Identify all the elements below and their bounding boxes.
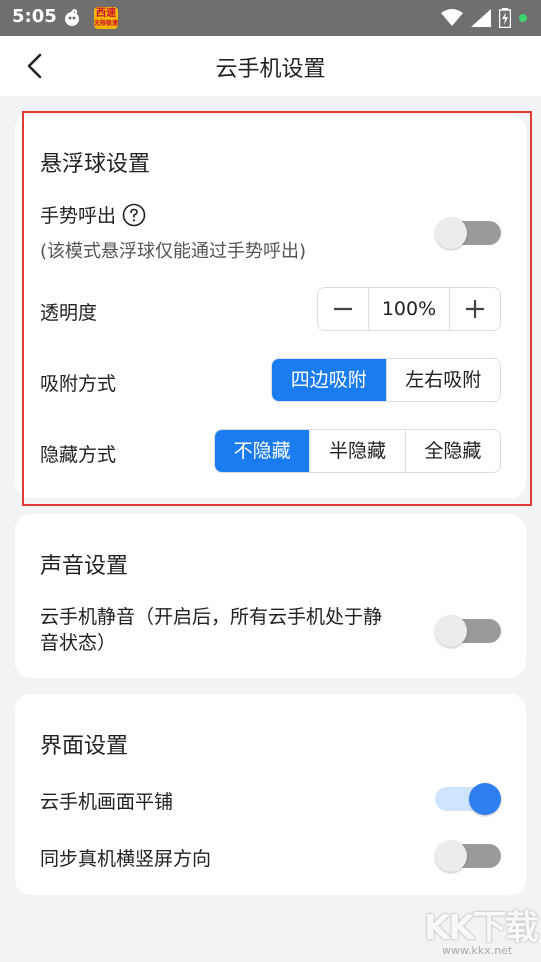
sound-settings-title: 声音设置 bbox=[40, 554, 129, 579]
status-dot-icon bbox=[519, 14, 527, 22]
gesture-toggle[interactable] bbox=[435, 212, 501, 249]
sync-orientation-label: 同步真机横竖屏方向 bbox=[40, 848, 212, 870]
tile-label: 云手机画面平铺 bbox=[40, 791, 174, 813]
attach-option-four-sides[interactable]: 四边吸附 bbox=[272, 359, 386, 401]
plus-icon bbox=[466, 300, 484, 318]
app-badge-icon: 西速 无限极速 bbox=[94, 7, 119, 29]
attach-segmented-control: 四边吸附 左右吸附 bbox=[271, 358, 501, 402]
status-time: 5:05 bbox=[12, 6, 57, 27]
tile-toggle[interactable] bbox=[435, 778, 501, 815]
system-icons bbox=[441, 8, 527, 28]
opacity-decrease-button[interactable] bbox=[318, 288, 368, 330]
ui-settings-card: 界面设置 云手机画面平铺 同步真机横竖屏方向 bbox=[15, 694, 526, 895]
hide-option-none[interactable]: 不隐藏 bbox=[215, 430, 310, 472]
hide-option-full[interactable]: 全隐藏 bbox=[404, 430, 500, 472]
page-title: 云手机设置 bbox=[215, 57, 326, 82]
opacity-increase-button[interactable] bbox=[450, 288, 500, 330]
hide-segmented-control: 不隐藏 半隐藏 全隐藏 bbox=[214, 429, 501, 473]
float-settings-title: 悬浮球设置 bbox=[40, 152, 151, 177]
help-icon[interactable] bbox=[122, 203, 146, 227]
signal-icon bbox=[471, 9, 491, 27]
hide-label: 隐藏方式 bbox=[40, 444, 117, 466]
app-notification-icon bbox=[65, 9, 79, 26]
mute-toggle[interactable] bbox=[435, 610, 501, 647]
opacity-stepper: 100% bbox=[317, 287, 501, 331]
minus-icon bbox=[334, 307, 352, 311]
gesture-label: 手势呼出 bbox=[40, 201, 146, 228]
wifi-icon bbox=[441, 9, 463, 26]
sync-orientation-toggle[interactable] bbox=[435, 835, 501, 872]
sound-settings-card: 声音设置 云手机静音（开启后，所有云手机处于静 音状态） bbox=[15, 514, 526, 678]
status-bar: 5:05 西速 无限极速 bbox=[0, 0, 541, 36]
opacity-label: 透明度 bbox=[40, 302, 98, 324]
opacity-value: 100% bbox=[368, 288, 450, 330]
attach-label: 吸附方式 bbox=[40, 373, 117, 395]
battery-charging-icon bbox=[499, 8, 511, 28]
gesture-sub-label: (该模式悬浮球仅能通过手势呼出) bbox=[40, 241, 307, 262]
attach-option-left-right[interactable]: 左右吸附 bbox=[385, 359, 501, 401]
ui-settings-title: 界面设置 bbox=[40, 734, 129, 759]
hide-option-half[interactable]: 半隐藏 bbox=[309, 430, 404, 472]
watermark-logo: KK下载 www.kkx.net bbox=[424, 908, 539, 957]
header-bar: 云手机设置 bbox=[0, 36, 541, 96]
float-settings-card: 悬浮球设置 手势呼出 (该模式悬浮球仅能通过手势呼出) 透明度 100% 吸附方… bbox=[15, 114, 526, 498]
mute-label: 云手机静音（开启后，所有云手机处于静 音状态） bbox=[40, 606, 383, 654]
